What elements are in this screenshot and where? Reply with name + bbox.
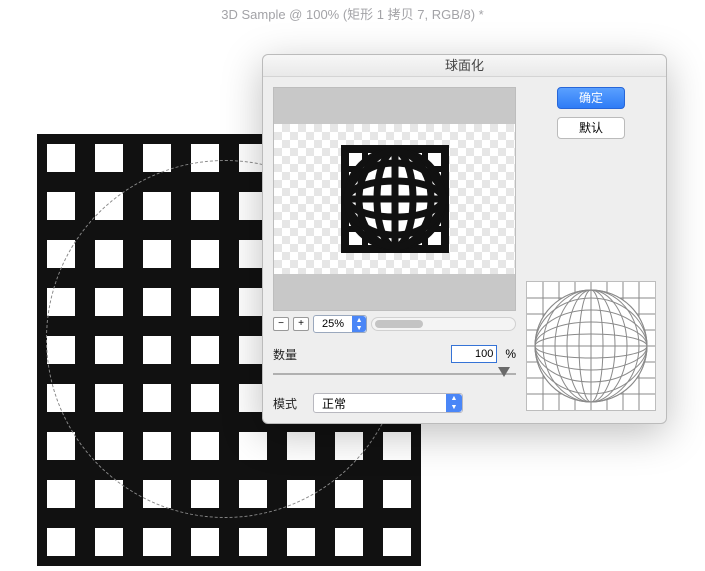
amount-slider[interactable]	[273, 367, 516, 381]
mode-label: 模式	[273, 395, 305, 412]
amount-field[interactable]	[451, 345, 497, 363]
zoom-value: 25%	[314, 318, 352, 330]
stepper-arrows-icon: ▲▼	[352, 316, 366, 332]
preview-margin-bottom	[274, 274, 515, 310]
preview-checker	[274, 124, 515, 274]
amount-unit: %	[505, 347, 516, 361]
preview-scrollbar[interactable]	[371, 317, 516, 331]
zoom-out-button[interactable]: −	[273, 317, 289, 331]
mode-value: 正常	[314, 395, 446, 412]
defaults-button[interactable]: 默认	[557, 117, 625, 139]
ok-button[interactable]: 确定	[557, 87, 625, 109]
amount-label: 数量	[273, 346, 305, 363]
diagram-thumbnail	[526, 281, 656, 411]
scroll-thumb[interactable]	[375, 320, 423, 328]
zoom-in-button[interactable]: +	[293, 317, 309, 331]
preview-margin-top	[274, 88, 515, 124]
zoom-select[interactable]: 25% ▲▼	[313, 315, 367, 333]
preview-sphere-icon	[335, 139, 455, 259]
stepper-arrows-icon: ▲▼	[446, 394, 462, 412]
slider-thumb-icon	[498, 367, 510, 377]
spherize-dialog: 球面化	[262, 54, 667, 424]
document-title: 3D Sample @ 100% (矩形 1 拷贝 7, RGB/8) *	[0, 4, 705, 23]
dialog-title: 球面化	[263, 55, 666, 77]
mode-select[interactable]: 正常 ▲▼	[313, 393, 463, 413]
preview-pane[interactable]	[273, 87, 516, 311]
